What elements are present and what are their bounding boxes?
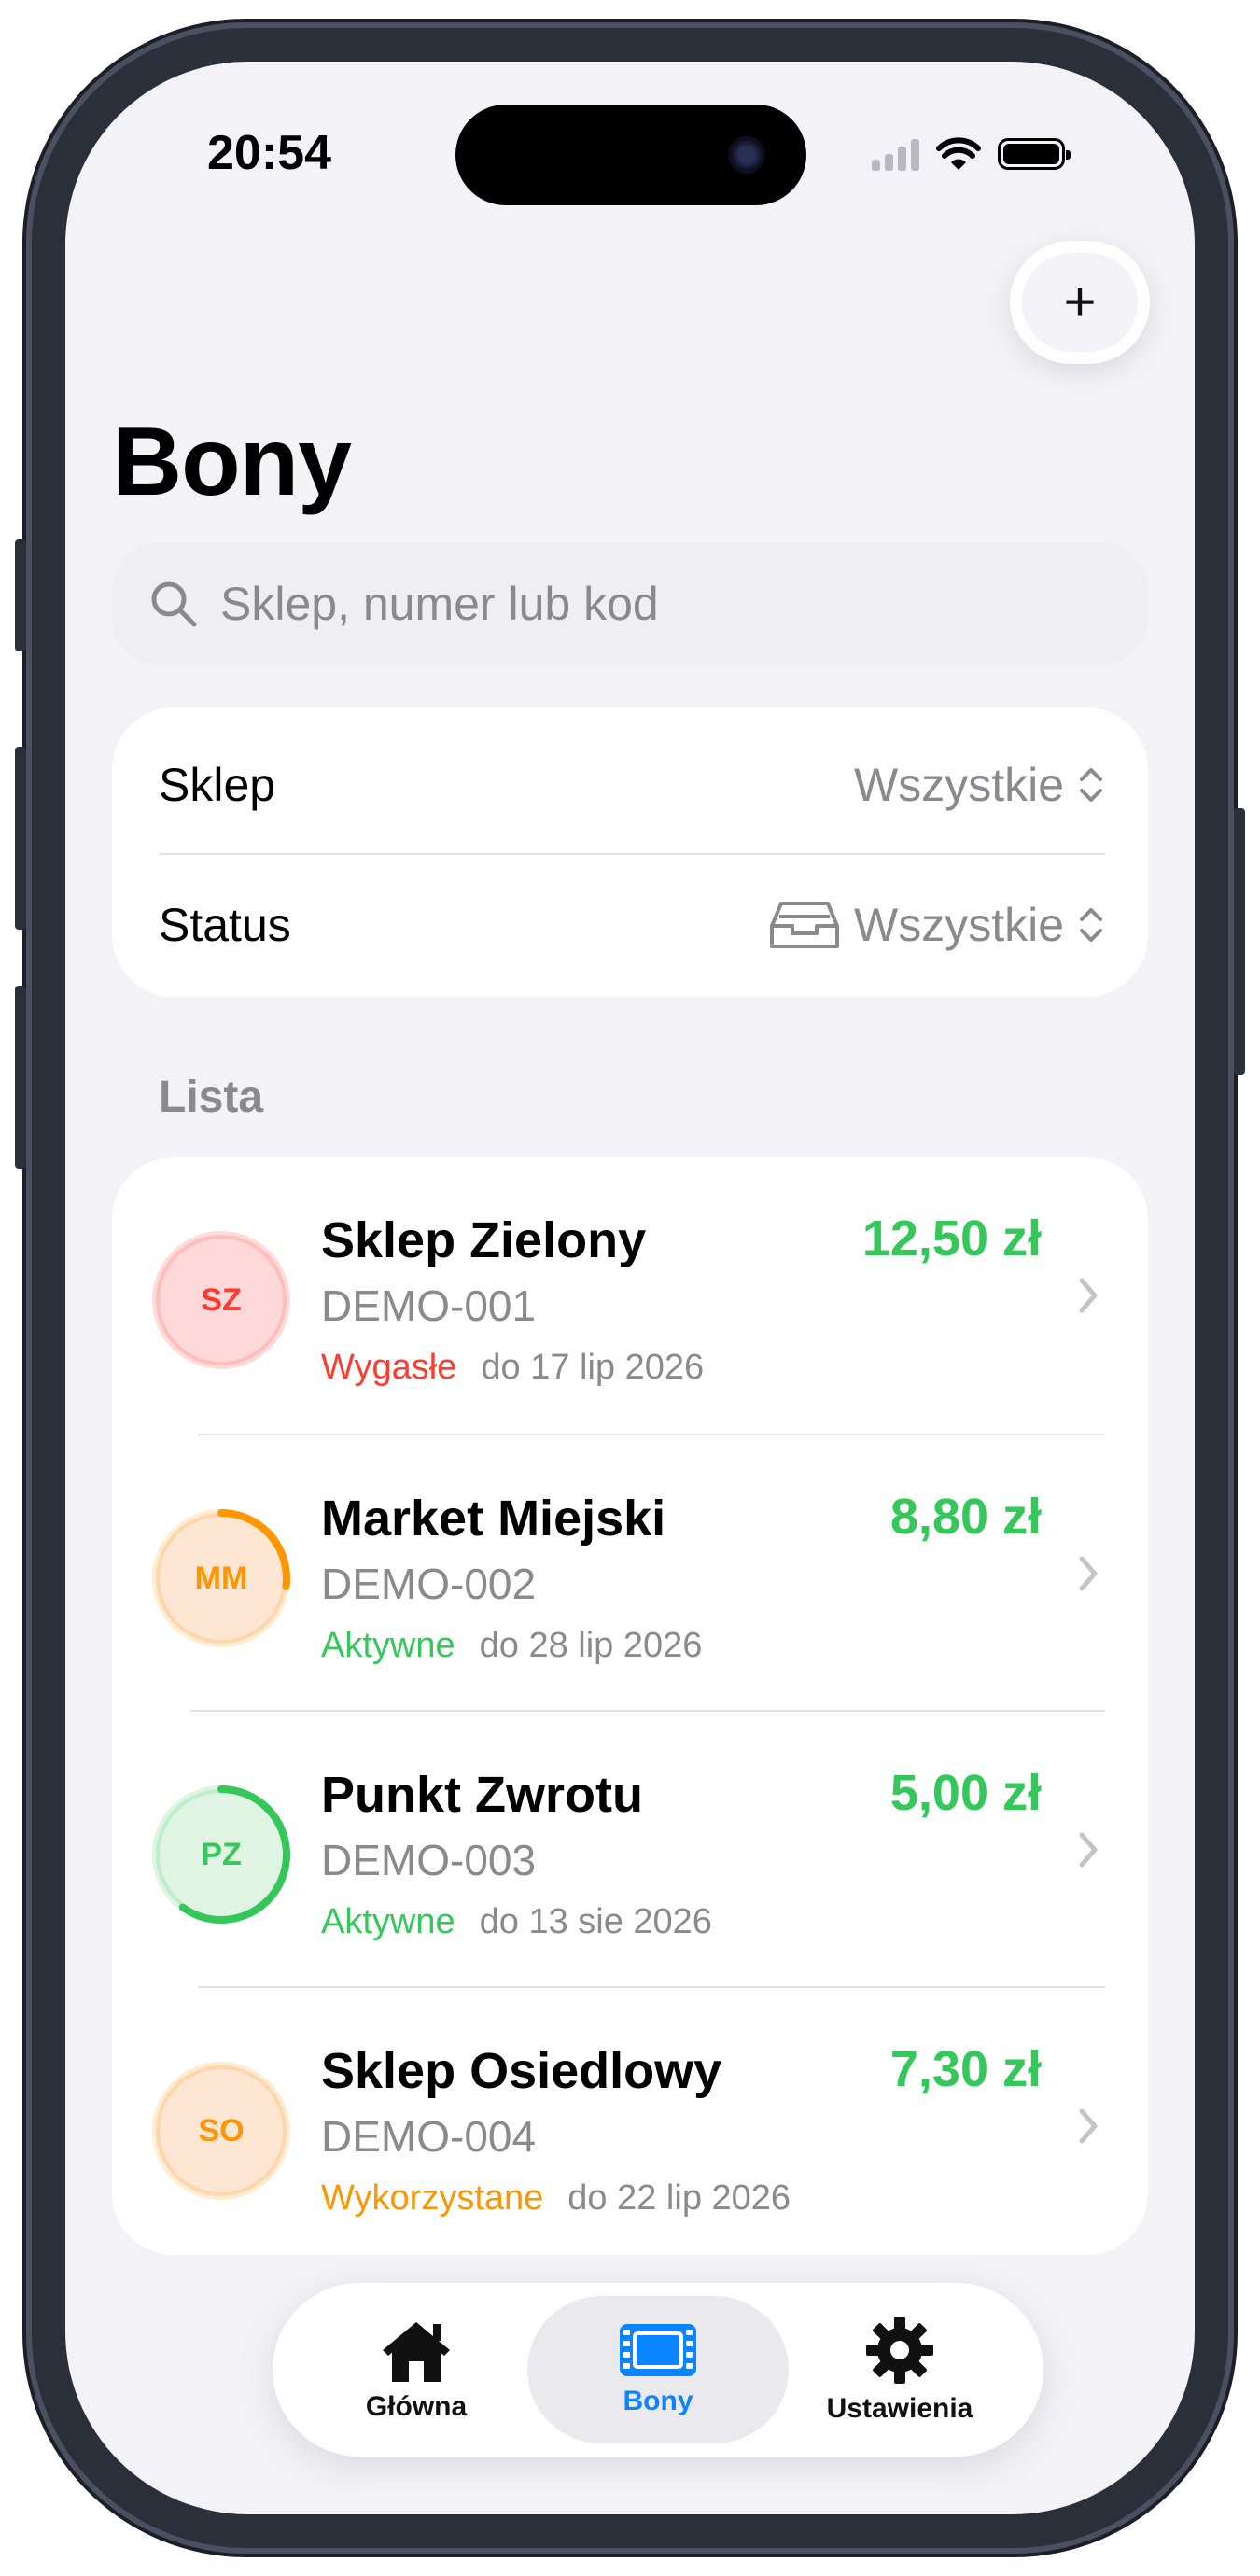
- avatar-initials: PZ: [201, 1836, 242, 1872]
- voucher-shop-name: Market Miejski: [321, 1491, 666, 1547]
- search-bar[interactable]: [112, 543, 1148, 665]
- voucher-amount: 5,00 zł: [889, 1765, 1042, 1821]
- section-title: Lista: [159, 1072, 264, 1122]
- tab-vouchers-label: Bony: [623, 2386, 693, 2416]
- voucher-meta: Wygasłe do 17 lip 2026: [321, 1348, 704, 1388]
- status-time: 20:54: [207, 126, 331, 180]
- voucher-code: DEMO-001: [321, 1281, 537, 1330]
- dynamic-island: [455, 105, 806, 205]
- voucher-code: DEMO-004: [321, 2112, 537, 2161]
- avatar-initials: SO: [198, 2112, 245, 2149]
- list-item[interactable]: SO Sklep Osiedlowy DEMO-004 Wykorzystane…: [112, 1988, 1148, 2264]
- avatar: MM: [151, 1508, 291, 1648]
- voucher-expiry: do 17 lip 2026: [481, 1348, 705, 1387]
- voucher-code: DEMO-002: [321, 1560, 537, 1608]
- voucher-amount: 8,80 zł: [889, 1489, 1042, 1545]
- volume-down-button: [15, 986, 26, 1169]
- avatar-initials: SZ: [201, 1281, 242, 1318]
- add-voucher-button[interactable]: +: [1010, 241, 1150, 364]
- voucher-list: SZ Sklep Zielony DEMO-001 Wygasłe do 17 …: [112, 1157, 1148, 2255]
- filter-status-picker[interactable]: Wszystkie: [768, 898, 1105, 952]
- avatar-initials: MM: [194, 1560, 248, 1596]
- cellular-signal-icon: [872, 137, 919, 171]
- status-badge: Wykorzystane: [321, 2178, 544, 2218]
- list-item[interactable]: PZ Punkt Zwrotu DEMO-003 Aktywne do 13 s…: [112, 1712, 1148, 1988]
- gear-icon: [866, 2317, 933, 2384]
- page-title: Bony: [112, 408, 352, 516]
- voucher-meta: Aktywne do 28 lip 2026: [321, 1626, 702, 1666]
- chevron-up-down-icon: [1080, 908, 1102, 942]
- voucher-expiry: do 28 lip 2026: [479, 1626, 703, 1665]
- voucher-amount: 7,30 zł: [889, 2041, 1042, 2097]
- voucher-expiry: do 22 lip 2026: [567, 2178, 791, 2218]
- voucher-expiry: do 13 sie 2026: [479, 1902, 712, 1941]
- status-badge: Aktywne: [321, 1902, 455, 1941]
- tray-icon: [770, 902, 839, 948]
- camera-icon: [728, 136, 765, 174]
- app-screen: 20:54 + Bony Sklep Wszystkie: [65, 62, 1195, 2514]
- tab-settings[interactable]: Ustawienia: [769, 2296, 1030, 2443]
- voucher-shop-name: Sklep Osiedlowy: [321, 2043, 722, 2099]
- avatar: PZ: [151, 1785, 291, 1925]
- filter-shop-picker[interactable]: Wszystkie: [854, 758, 1105, 812]
- avatar: SO: [151, 2061, 291, 2201]
- voucher-meta: Aktywne do 13 sie 2026: [321, 1902, 712, 1942]
- status-badge: Aktywne: [321, 1626, 455, 1665]
- tab-settings-label: Ustawienia: [826, 2393, 973, 2424]
- filter-shop-value: Wszystkie: [854, 759, 1064, 811]
- volume-up-button: [15, 747, 26, 930]
- status-badge: Wygasłe: [321, 1348, 457, 1387]
- plus-icon: +: [1022, 253, 1138, 352]
- battery-icon: [998, 138, 1071, 170]
- voucher-code: DEMO-003: [321, 1836, 537, 1884]
- ticket-icon: [620, 2324, 696, 2376]
- chevron-right-icon: [1079, 2108, 1098, 2144]
- action-button: [15, 539, 26, 651]
- filter-status[interactable]: Status Wszystkie: [159, 855, 1105, 995]
- tab-bar: Główna Bony Ustawienia: [273, 2283, 1043, 2457]
- filters-card: Sklep Wszystkie Status Wszystkie: [112, 707, 1148, 997]
- filter-shop[interactable]: Sklep Wszystkie: [159, 715, 1105, 855]
- house-icon: [383, 2322, 450, 2382]
- list-item[interactable]: MM Market Miejski DEMO-002 Aktywne do 28…: [112, 1435, 1148, 1712]
- filter-shop-label: Sklep: [159, 759, 276, 811]
- filter-status-value: Wszystkie: [854, 899, 1064, 951]
- voucher-amount: 12,50 zł: [861, 1211, 1042, 1267]
- voucher-meta: Wykorzystane do 22 lip 2026: [321, 2178, 791, 2219]
- wifi-icon: [936, 137, 981, 170]
- tab-home[interactable]: Główna: [286, 2296, 547, 2443]
- chevron-right-icon: [1079, 1278, 1098, 1313]
- voucher-shop-name: Sklep Zielony: [321, 1212, 647, 1268]
- chevron-up-down-icon: [1080, 768, 1102, 802]
- filter-status-label: Status: [159, 899, 291, 951]
- chevron-right-icon: [1079, 1832, 1098, 1868]
- search-icon: [151, 581, 197, 627]
- tab-vouchers[interactable]: Bony: [527, 2296, 789, 2443]
- list-item[interactable]: SZ Sklep Zielony DEMO-001 Wygasłe do 17 …: [112, 1157, 1148, 1434]
- status-icons: [872, 134, 1071, 174]
- search-input[interactable]: [220, 577, 1060, 631]
- chevron-right-icon: [1079, 1556, 1098, 1591]
- power-button: [1234, 808, 1245, 1075]
- avatar: SZ: [151, 1230, 291, 1370]
- voucher-shop-name: Punkt Zwrotu: [321, 1767, 643, 1823]
- tab-home-label: Główna: [365, 2391, 468, 2422]
